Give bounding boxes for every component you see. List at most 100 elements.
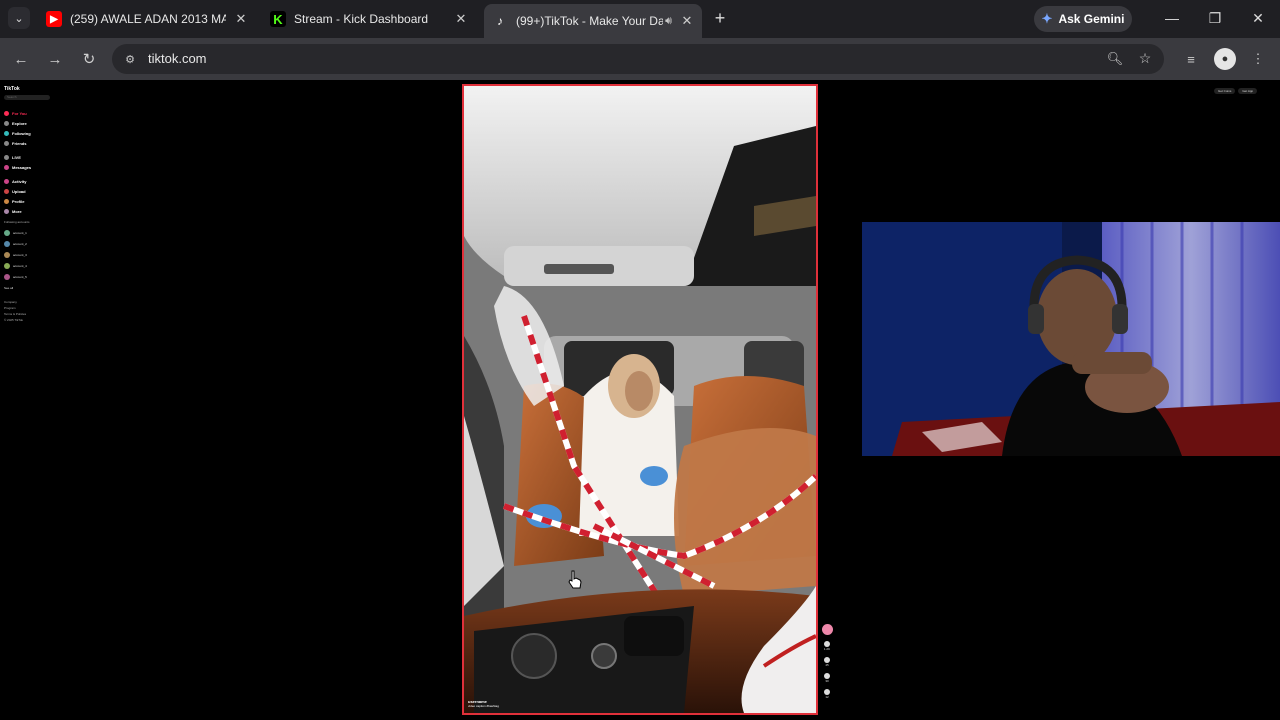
video-caption: username video caption #hashtag xyxy=(468,699,578,709)
tiktok-sidebar: TikTok Search For You Explore Following … xyxy=(4,86,56,323)
youtube-icon: ▶ xyxy=(46,11,62,27)
tab-kick[interactable]: K Stream - Kick Dashboard ✕ xyxy=(262,4,476,34)
sidebar-item-label: Profile xyxy=(12,198,25,204)
save-button[interactable]: 30 xyxy=(824,673,830,683)
search-input[interactable]: Search xyxy=(4,95,50,100)
close-icon[interactable]: ✕ xyxy=(232,10,250,28)
following-account-name: account_4 xyxy=(13,263,27,268)
see-all-label: See all xyxy=(4,285,14,290)
sidebar-item-label: LIVE xyxy=(12,154,21,160)
sidebar-item-label: Explore xyxy=(12,120,27,126)
more-icon xyxy=(4,208,9,214)
video-description: video caption #hashtag xyxy=(468,704,499,708)
gemini-icon: ✦ xyxy=(1041,11,1053,26)
sidebar-item-label: Upload xyxy=(12,188,26,194)
hand-cursor-icon xyxy=(568,570,582,589)
zoom-icon[interactable]: 🔍︎ xyxy=(1106,50,1124,68)
new-tab-button[interactable]: + xyxy=(710,8,730,28)
following-icon xyxy=(4,130,9,136)
sidebar-item-label: More xyxy=(12,208,22,214)
share-button[interactable]: 12 xyxy=(824,689,830,699)
messages-icon xyxy=(4,164,9,170)
sidebar-item-label: Friends xyxy=(12,140,27,146)
like-count: 1.2K xyxy=(823,647,831,651)
following-account-name: account_5 xyxy=(13,274,27,279)
tab-title: Stream - Kick Dashboard xyxy=(294,12,429,26)
tab-title: (99+)TikTok - Make Your Da xyxy=(516,14,664,28)
avatar xyxy=(4,229,10,236)
menu-icon[interactable]: ⋮ xyxy=(1247,48,1269,70)
get-app-button[interactable]: Get App xyxy=(1238,88,1258,94)
sidebar-footer: Company Program Terms & Policies © 2025 … xyxy=(4,299,56,323)
sidebar-item-friends[interactable]: Friends xyxy=(4,138,56,148)
video-frame xyxy=(464,86,816,713)
copyright: © 2025 TikTok xyxy=(4,318,24,322)
video-actions: 1.2K 45 30 12 xyxy=(821,624,833,699)
following-account[interactable]: account_2 xyxy=(4,238,56,249)
video-player[interactable]: username video caption #hashtag xyxy=(462,84,818,715)
comment-button[interactable]: 45 xyxy=(824,657,830,667)
kick-icon: K xyxy=(270,11,286,27)
tab-search-icon[interactable]: ⌄ xyxy=(8,7,30,29)
tiktok-logo[interactable]: TikTok xyxy=(4,86,56,92)
media-control-icon[interactable]: ≡ xyxy=(1180,48,1202,70)
site-info-icon[interactable]: ⚙ xyxy=(122,51,138,67)
sidebar-item-label: Messages xyxy=(12,164,32,170)
following-account[interactable]: account_1 xyxy=(4,227,56,238)
sidebar-item-following[interactable]: Following xyxy=(4,128,56,138)
following-account-name: account_2 xyxy=(13,241,27,246)
close-icon[interactable]: ✕ xyxy=(678,12,696,30)
sidebar-item-messages[interactable]: Messages xyxy=(4,162,56,172)
compass-icon xyxy=(4,120,9,126)
profile-icon xyxy=(4,198,9,204)
browser-toolbar: ← → ↻ ⚙ tiktok.com 🔍︎ ☆ ≡ ● ⋮ xyxy=(0,38,1280,80)
activity-icon xyxy=(4,178,9,184)
get-coins-button[interactable]: Get Coins xyxy=(1214,88,1236,94)
following-account[interactable]: account_4 xyxy=(4,260,56,271)
sidebar-item-activity[interactable]: Activity xyxy=(4,176,56,186)
sidebar-item-explore[interactable]: Explore xyxy=(4,118,56,128)
comment-count: 45 xyxy=(825,663,829,667)
forward-button[interactable]: → xyxy=(44,48,66,70)
avatar xyxy=(4,251,10,258)
tab-strip: ⌄ ▶ (259) AWALE ADAN 2013 MAH ✕ K Stream… xyxy=(0,0,1280,38)
close-icon[interactable]: ✕ xyxy=(452,10,470,28)
minimize-button[interactable]: — xyxy=(1160,8,1184,28)
url-text[interactable]: tiktok.com xyxy=(148,51,207,66)
speaker-icon[interactable]: 🔊︎ xyxy=(665,15,672,28)
like-button[interactable]: 1.2K xyxy=(824,641,830,651)
tab-tiktok[interactable]: ♪ (99+)TikTok - Make Your Da 🔊︎ ✕ xyxy=(484,4,702,38)
live-icon xyxy=(4,154,9,160)
back-button[interactable]: ← xyxy=(10,48,32,70)
webcam-feed xyxy=(862,222,1280,456)
sidebar-item-upload[interactable]: Upload xyxy=(4,186,56,196)
sidebar-item-live[interactable]: LIVE xyxy=(4,152,56,162)
sidebar-item-for-you[interactable]: For You xyxy=(4,108,56,118)
avatar[interactable] xyxy=(821,624,833,635)
sidebar-item-label: For You xyxy=(12,110,27,116)
profile-avatar[interactable]: ● xyxy=(1214,48,1236,70)
address-bar[interactable]: ⚙ tiktok.com 🔍︎ ☆ xyxy=(112,44,1164,74)
following-account-name: account_3 xyxy=(13,252,27,257)
ask-gemini-button[interactable]: ✦ Ask Gemini xyxy=(1034,6,1132,32)
restore-button[interactable]: ❐ xyxy=(1203,8,1227,28)
home-icon xyxy=(4,110,9,116)
following-accounts-title: Following accounts xyxy=(4,220,30,224)
tiktok-top-right: Get Coins Get App xyxy=(1214,88,1258,94)
bookmark-star-icon[interactable]: ☆ xyxy=(1136,49,1154,67)
sidebar-item-profile[interactable]: Profile xyxy=(4,196,56,206)
avatar xyxy=(4,262,10,269)
sidebar-item-label: Following xyxy=(12,130,31,136)
following-account[interactable]: account_3 xyxy=(4,249,56,260)
see-all-link[interactable]: See all xyxy=(4,282,56,293)
ask-gemini-label: Ask Gemini xyxy=(1058,12,1125,26)
tab-youtube[interactable]: ▶ (259) AWALE ADAN 2013 MAH ✕ xyxy=(38,4,256,34)
save-count: 30 xyxy=(825,679,829,683)
tiktok-icon: ♪ xyxy=(497,14,503,28)
following-account[interactable]: account_5 xyxy=(4,271,56,282)
sidebar-item-more[interactable]: More xyxy=(4,206,56,216)
reload-button[interactable]: ↻ xyxy=(78,48,100,70)
friends-icon xyxy=(4,140,9,146)
sidebar-item-label: Activity xyxy=(12,178,27,184)
close-window-button[interactable]: ✕ xyxy=(1246,8,1270,28)
